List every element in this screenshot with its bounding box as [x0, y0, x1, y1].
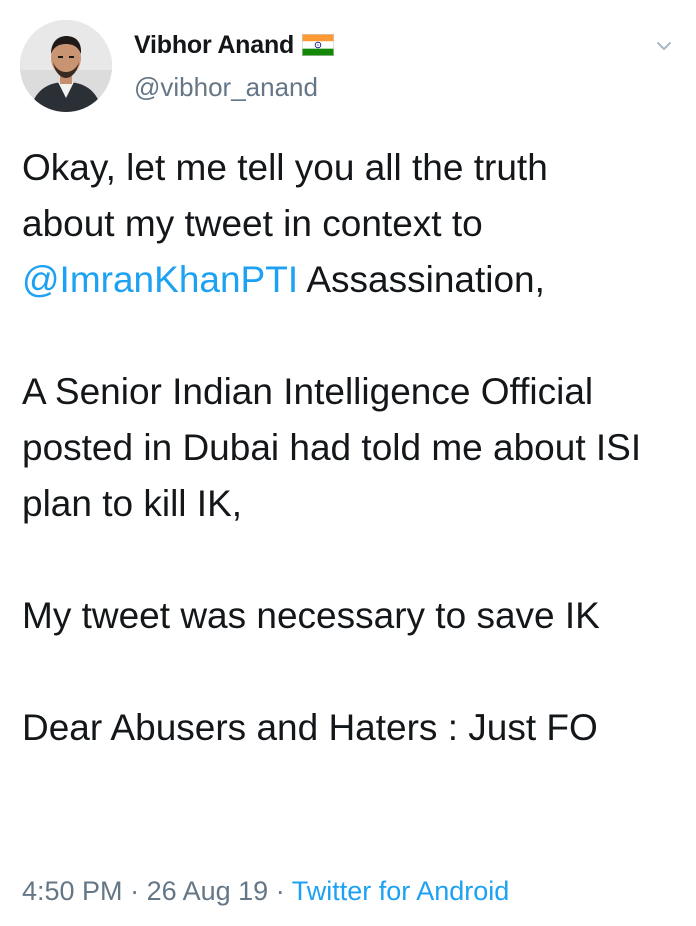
mention-link[interactable]: @ImranKhanPTI: [22, 259, 298, 300]
tweet-text: Okay, let me tell you all the truth abou…: [22, 140, 682, 756]
tweet-time[interactable]: 4:50 PM: [22, 876, 123, 906]
avatar[interactable]: [20, 20, 112, 112]
author-handle[interactable]: @vibhor_anand: [134, 72, 318, 103]
tweet-paragraph-1: Okay, let me tell you all the truth abou…: [22, 140, 682, 308]
tweet-line: Okay, let me tell you all the truth: [22, 147, 548, 188]
tweet-source-link[interactable]: Twitter for Android: [292, 876, 510, 906]
meta-separator: ·: [122, 876, 147, 906]
author-name-row[interactable]: Vibhor Anand: [134, 28, 335, 62]
meta-separator: ·: [268, 876, 292, 906]
tweet-paragraph-3: My tweet was necessary to save IK: [22, 595, 600, 636]
tweet: Vibhor Anand @vibhor_anand Okay, let me …: [0, 0, 696, 926]
avatar-photo-icon: [20, 20, 112, 112]
tweet-paragraph-4: Dear Abusers and Haters : Just FO: [22, 707, 598, 748]
chevron-down-icon[interactable]: [655, 37, 673, 55]
tweet-meta: 4:50 PM · 26 Aug 19 · Twitter for Androi…: [22, 876, 509, 907]
tweet-date[interactable]: 26 Aug 19: [147, 876, 269, 906]
tweet-paragraph-2: A Senior Indian Intelligence Official po…: [22, 371, 642, 524]
display-name[interactable]: Vibhor Anand: [134, 31, 294, 60]
tweet-line: about my tweet in context to: [22, 203, 483, 244]
india-flag-icon: [302, 34, 335, 56]
tweet-line: Assassination,: [298, 259, 545, 300]
